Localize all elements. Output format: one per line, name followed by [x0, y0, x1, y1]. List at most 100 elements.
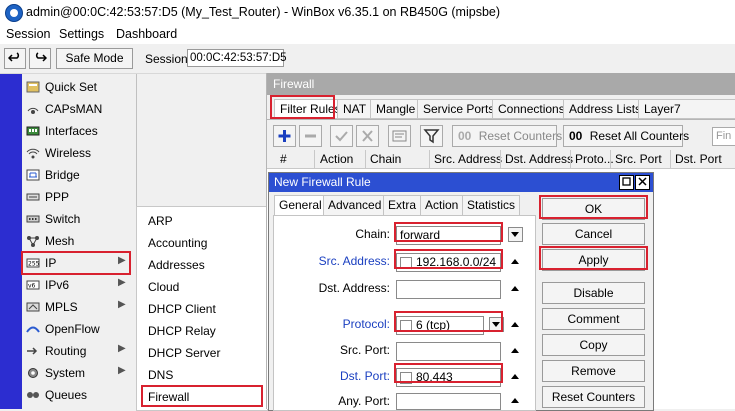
column-dst-port[interactable]: Dst. Port: [675, 152, 722, 166]
submenu-item-label: DNS: [148, 368, 174, 382]
chain-select[interactable]: forward: [396, 226, 501, 245]
any-port-field[interactable]: [396, 393, 501, 410]
collapse-arrow-icon[interactable]: [511, 259, 519, 264]
chevron-down-icon: [511, 232, 519, 237]
find-input[interactable]: Fin: [712, 127, 735, 146]
cancel-button[interactable]: Cancel: [542, 223, 645, 245]
reset-all-counters-button[interactable]: 00 Reset All Counters: [563, 125, 689, 147]
apply-button[interactable]: Apply: [542, 249, 645, 271]
sidebar-item-bridge[interactable]: Bridge: [22, 164, 136, 186]
column-dst-address[interactable]: Dst. Address: [505, 152, 573, 166]
submenu-item-addresses[interactable]: Addresses: [137, 254, 267, 276]
column-src-port[interactable]: Src. Port: [615, 152, 662, 166]
src-port-field[interactable]: [396, 342, 501, 361]
copy-rule-button[interactable]: Copy: [542, 334, 645, 356]
sidebar-item-ppp[interactable]: PPP: [22, 186, 136, 208]
sidebar-item-ipv6[interactable]: v6 IPv6 ▶: [22, 274, 136, 296]
menu-session[interactable]: Session: [6, 27, 50, 41]
submenu-item-dns[interactable]: DNS: [137, 364, 267, 386]
protocol-negate-checkbox[interactable]: [400, 320, 412, 332]
sidebar-item-label: Routing: [45, 344, 87, 358]
add-button[interactable]: [273, 125, 296, 147]
protocol-dropdown-button[interactable]: [489, 317, 504, 332]
submenu-item-arp[interactable]: ARP: [137, 210, 267, 232]
reset-counters-button[interactable]: 00 Reset Counters: [452, 125, 562, 147]
tab-address-lists[interactable]: Address Lists: [563, 99, 648, 119]
column-chain[interactable]: Chain: [370, 152, 401, 166]
submenu-item-dhcp-client[interactable]: DHCP Client: [137, 298, 267, 320]
collapse-arrow-icon[interactable]: [511, 348, 519, 353]
tab-connections[interactable]: Connections: [492, 99, 571, 119]
dst-port-negate-checkbox[interactable]: [400, 372, 412, 384]
tab-filter-rules[interactable]: Filter Rules: [274, 99, 347, 119]
sidebar-item-ip[interactable]: 255 IP ▶: [22, 252, 136, 274]
sidebar-item-openflow[interactable]: OpenFlow: [22, 318, 136, 340]
remove-rule-button[interactable]: Remove: [542, 360, 645, 382]
disable-rule-button[interactable]: Disable: [542, 282, 645, 304]
protocol-select[interactable]: 6 (tcp): [396, 316, 484, 335]
sidebar-item-interfaces[interactable]: Interfaces: [22, 120, 136, 142]
maximize-button[interactable]: [619, 175, 634, 190]
comment-button[interactable]: [388, 125, 411, 147]
collapse-arrow-icon[interactable]: [511, 322, 519, 327]
sidebar-item-capsman[interactable]: CAPsMAN: [22, 98, 136, 120]
dst-port-field[interactable]: 80,443: [396, 368, 501, 387]
tab-extra[interactable]: Extra: [383, 195, 422, 216]
tab-service-ports[interactable]: Service Ports: [417, 99, 501, 119]
collapse-arrow-icon[interactable]: [511, 398, 519, 403]
sidebar-item-label: OpenFlow: [45, 322, 100, 336]
reset-rule-counters-button[interactable]: Reset Counters: [542, 386, 645, 408]
tab-advanced[interactable]: Advanced: [323, 195, 387, 216]
column-action[interactable]: Action: [320, 152, 353, 166]
submenu-item-accounting[interactable]: Accounting: [137, 232, 267, 254]
column-number[interactable]: #: [280, 152, 287, 166]
close-button[interactable]: [635, 175, 650, 190]
collapse-arrow-icon[interactable]: [511, 286, 519, 291]
src-address-negate-checkbox[interactable]: [400, 257, 412, 269]
redo-button[interactable]: [29, 48, 51, 69]
ipv6-icon: v6: [26, 280, 40, 290]
column-protocol[interactable]: Proto...: [575, 152, 614, 166]
sidebar-item-switch[interactable]: Switch: [22, 208, 136, 230]
src-port-label-wrap: Src. Port:: [274, 342, 390, 359]
remove-button[interactable]: [299, 125, 322, 147]
src-address-field[interactable]: 192.168.0.0/24: [396, 253, 501, 272]
filter-button[interactable]: [420, 125, 443, 147]
submenu-item-firewall[interactable]: Firewall: [137, 386, 267, 408]
dialog-title-bar: New Firewall Rule: [269, 173, 653, 192]
dst-port-label: Dst. Port:: [339, 369, 390, 383]
chain-dropdown-button[interactable]: [508, 227, 523, 242]
submenu-item-dhcp-server[interactable]: DHCP Server: [137, 342, 267, 364]
menu-settings[interactable]: Settings: [59, 27, 104, 41]
tab-layer7-protocols[interactable]: Layer7 Protocols: [638, 99, 735, 134]
disable-button[interactable]: [356, 125, 379, 147]
tab-action[interactable]: Action: [420, 195, 464, 216]
sidebar-item-system[interactable]: System ▶: [22, 362, 136, 384]
submenu-item-dhcp-relay[interactable]: DHCP Relay: [137, 320, 267, 342]
tab-statistics[interactable]: Statistics: [462, 195, 521, 216]
collapse-arrow-icon[interactable]: [511, 374, 519, 379]
firewall-tabs: Filter Rules NAT Mangle Service Ports Co…: [267, 95, 735, 134]
safe-mode-button[interactable]: Safe Mode: [56, 48, 133, 69]
session-field[interactable]: 00:0C:42:53:57:D5: [187, 49, 287, 67]
tab-nat[interactable]: NAT: [337, 99, 373, 119]
sidebar-item-wireless[interactable]: Wireless: [22, 142, 136, 164]
bridge-icon: [26, 169, 40, 181]
sidebar-item-queues[interactable]: Queues: [22, 384, 136, 406]
sidebar-item-mesh[interactable]: Mesh: [22, 230, 136, 252]
tab-general[interactable]: General: [274, 195, 327, 216]
ok-button[interactable]: OK: [542, 198, 645, 220]
column-src-address[interactable]: Src. Address: [434, 152, 502, 166]
menu-dashboard[interactable]: Dashboard: [116, 27, 177, 41]
sidebar-item-routing[interactable]: Routing ▶: [22, 340, 136, 362]
undo-button[interactable]: [4, 48, 26, 69]
sidebar-item-mpls[interactable]: MPLS ▶: [22, 296, 136, 318]
enable-button[interactable]: [330, 125, 353, 147]
dst-address-field[interactable]: [396, 280, 501, 299]
sidebar-item-quick-set[interactable]: Quick Set: [22, 76, 136, 98]
comment-rule-button[interactable]: Comment: [542, 308, 645, 330]
tab-mangle[interactable]: Mangle: [370, 99, 422, 119]
submenu-item-cloud[interactable]: Cloud: [137, 276, 267, 298]
sidebar: Quick Set CAPsMAN Interfaces Wireless Br…: [22, 74, 137, 409]
reset-counters-label: Reset Counters: [478, 129, 563, 143]
